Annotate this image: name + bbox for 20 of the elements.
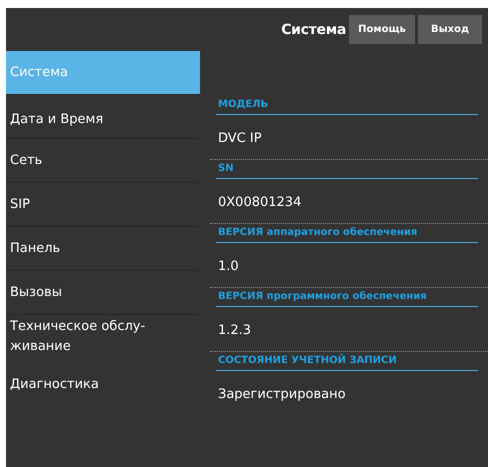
sidebar-item[interactable]: SIP <box>6 183 200 227</box>
field-label: МОДЕЛЬ <box>216 96 478 115</box>
field-value: 1.2.3 <box>217 322 252 340</box>
sidebar-item[interactable]: Дата и Время <box>6 95 200 139</box>
field-label: SN <box>216 160 478 179</box>
sidebar-item[interactable]: Вызовы <box>6 271 200 315</box>
sidebar-item[interactable]: Техническое обслу-живание <box>6 315 200 371</box>
field-value: DVC IP <box>217 130 263 148</box>
field-value: 1.0 <box>217 258 240 276</box>
field-label: СОСТОЯНИЕ УЧЕТНОЙ ЗАПИСИ <box>216 352 478 371</box>
field-label: ВЕРСИЯ программного обеспечения <box>216 288 478 307</box>
page-title: Система <box>281 22 346 38</box>
field-label: ВЕРСИЯ аппаратного обеспечения <box>216 224 478 243</box>
field-value: Зарегистрировано <box>217 386 347 404</box>
sidebar-item[interactable]: Диагностика <box>6 371 200 415</box>
sidebar-item[interactable]: Сеть <box>6 139 200 183</box>
sidebar-item[interactable]: Панель <box>6 227 200 271</box>
header-button[interactable]: Выход <box>418 15 482 44</box>
header-button[interactable]: Помощь <box>349 15 415 44</box>
field-value: 0X00801234 <box>217 194 302 212</box>
